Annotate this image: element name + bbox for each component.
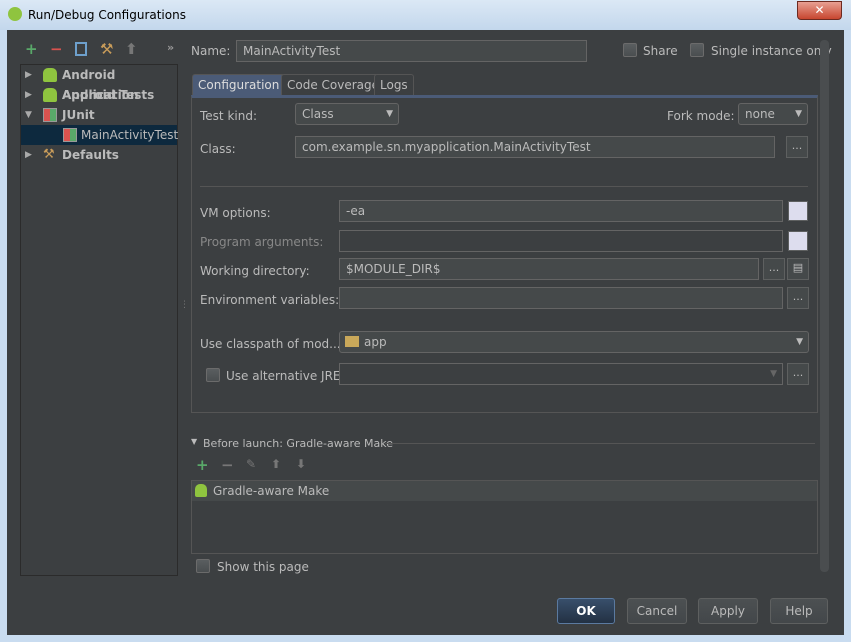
module-folder-icon [345, 336, 359, 347]
help-button[interactable]: Help [770, 598, 828, 624]
move-up-icon[interactable]: ⬆ [125, 40, 138, 58]
wrench-icon: ⚒ [43, 147, 55, 162]
alternative-jre-browse-button[interactable]: ... [787, 363, 809, 385]
android-icon [43, 68, 57, 82]
fork-mode-value: none [745, 107, 775, 121]
window-title: Run/Debug Configurations [28, 8, 186, 22]
show-page-checkbox[interactable] [196, 559, 210, 573]
program-arguments-input[interactable] [339, 230, 783, 252]
environment-variables-browse-button[interactable]: ... [787, 287, 809, 309]
show-page-label: Show this page [217, 560, 309, 574]
working-directory-browse-button[interactable]: ... [763, 258, 785, 280]
before-launch-title: Before launch: Gradle-aware Make [203, 437, 393, 450]
divider [200, 186, 808, 187]
junit-icon [43, 108, 57, 122]
remove-task-icon[interactable]: − [221, 456, 234, 474]
expand-arrow-icon[interactable]: ▶ [25, 85, 32, 105]
single-instance-label: Single instance only [711, 44, 832, 58]
chevron-down-icon: ▼ [795, 109, 802, 119]
name-input[interactable]: MainActivityTest [236, 40, 587, 62]
task-label: Gradle-aware Make [213, 484, 330, 498]
tree-item-mainactivitytest[interactable]: MainActivityTest [21, 125, 178, 145]
working-directory-input[interactable]: $MODULE_DIR$ [339, 258, 759, 280]
fork-mode-label: Fork mode: [667, 109, 735, 123]
chevron-down-icon: ▼ [386, 109, 393, 119]
tree-item-junit[interactable]: ▼ JUnit [21, 105, 177, 125]
config-tree: ▶ Android Application ▶ Android Tests ▼ JUn… [20, 64, 178, 576]
macro-icon[interactable]: ▤ [787, 258, 809, 280]
name-label: Name: [191, 44, 231, 58]
classpath-module-select[interactable]: app ▼ [339, 331, 809, 353]
program-arguments-label: Program arguments: [200, 235, 324, 249]
class-label: Class: [200, 142, 236, 156]
tree-item-android-application[interactable]: ▶ Android Application [21, 65, 177, 102]
edit-task-icon[interactable]: ✎ [246, 457, 256, 471]
vm-options-input[interactable]: -ea [339, 200, 783, 222]
android-icon [195, 484, 207, 497]
chevron-down-icon: ▼ [796, 337, 803, 347]
ok-button[interactable]: OK [557, 598, 615, 624]
alternative-jre-select[interactable]: ▼ [339, 363, 783, 385]
close-button[interactable]: ✕ [797, 1, 842, 20]
splitter-handle[interactable]: ⋮ [180, 300, 189, 310]
list-item[interactable]: Gradle-aware Make [192, 481, 817, 501]
classpath-module-label: Use classpath of mod... [200, 337, 341, 351]
collapse-arrow-icon[interactable]: ▼ [191, 437, 197, 446]
move-up-icon[interactable]: ⬆ [271, 457, 281, 471]
cancel-button[interactable]: Cancel [627, 598, 687, 624]
title-bar: Run/Debug Configurations ✕ [0, 0, 851, 30]
move-down-icon[interactable]: ⬇ [296, 457, 306, 471]
single-instance-checkbox[interactable] [690, 43, 704, 57]
alternative-jre-label: Use alternative JRE: [226, 369, 345, 383]
environment-variables-input[interactable] [339, 287, 783, 309]
add-task-icon[interactable]: + [196, 456, 209, 474]
share-label: Share [643, 44, 678, 58]
wrench-icon[interactable]: ⚒ [100, 40, 113, 58]
copy-icon[interactable] [75, 42, 87, 56]
tree-item-android-tests[interactable]: ▶ Android Tests [21, 85, 177, 105]
remove-icon[interactable]: − [50, 40, 63, 58]
environment-variables-label: Environment variables: [200, 293, 340, 307]
tree-item-defaults[interactable]: ▶ ⚒ Defaults [21, 145, 177, 165]
vm-options-label: VM options: [200, 206, 271, 220]
alternative-jre-checkbox[interactable] [206, 368, 220, 382]
expand-field-icon[interactable] [788, 231, 808, 251]
working-directory-label: Working directory: [200, 264, 310, 278]
collapse-arrow-icon[interactable]: ▼ [25, 105, 32, 125]
tab-code-coverage[interactable]: Code Coverage [281, 74, 386, 96]
apply-button[interactable]: Apply [698, 598, 758, 624]
android-test-icon [43, 88, 57, 102]
add-icon[interactable]: + [25, 40, 38, 58]
classpath-module-value: app [364, 335, 387, 349]
test-kind-select[interactable]: Class ▼ [295, 103, 399, 125]
expand-arrow-icon[interactable]: ▶ [25, 65, 32, 85]
test-kind-value: Class [302, 107, 334, 121]
share-checkbox[interactable] [623, 43, 637, 57]
chevron-down-icon: ▼ [770, 369, 777, 379]
vertical-scrollbar[interactable] [820, 40, 829, 572]
expand-field-icon[interactable] [788, 201, 808, 221]
tab-configuration[interactable]: Configuration [192, 74, 286, 96]
expand-arrow-icon[interactable]: ▶ [25, 145, 32, 165]
class-browse-button[interactable]: ... [786, 136, 808, 158]
fork-mode-select[interactable]: none ▼ [738, 103, 808, 125]
tab-logs[interactable]: Logs [374, 74, 414, 96]
before-launch-list: Gradle-aware Make [191, 480, 818, 554]
android-studio-icon [8, 7, 22, 21]
divider [385, 443, 815, 444]
more-icon[interactable]: » [167, 41, 174, 54]
test-kind-label: Test kind: [200, 109, 257, 123]
junit-test-icon [63, 128, 77, 142]
class-input[interactable]: com.example.sn.myapplication.MainActivit… [295, 136, 775, 158]
